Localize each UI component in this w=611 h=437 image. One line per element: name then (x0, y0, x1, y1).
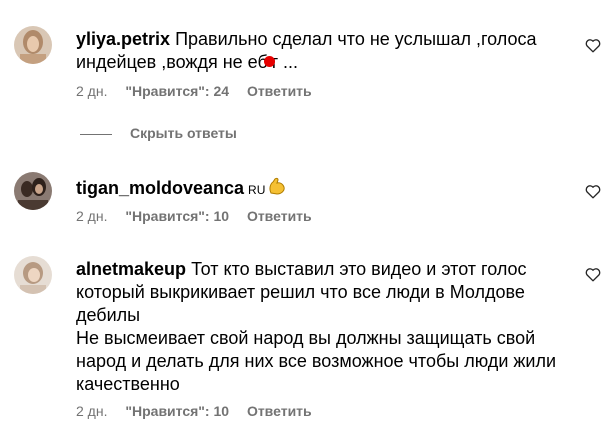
comment-text: дебилы (76, 305, 141, 325)
comment-text: качественно (76, 374, 180, 394)
avatar[interactable] (14, 172, 52, 210)
likes-count[interactable]: "Нравится": 10 (125, 208, 229, 224)
country-tag: RU (248, 183, 266, 197)
avatar[interactable] (14, 26, 52, 64)
heart-icon[interactable] (585, 267, 601, 282)
divider (80, 133, 112, 135)
comment-text: Правильно сделал что не услышал ,голоса (175, 29, 537, 49)
redaction-mark (263, 56, 275, 67)
username[interactable]: tigan_moldoveanca (76, 178, 244, 198)
reply-button[interactable]: Ответить (247, 208, 312, 224)
comment-body: yliya.petrix Правильно сделал что не усл… (76, 28, 576, 74)
comment-age: 2 дн. (76, 208, 108, 224)
comment-text: индейцев ,вождя не еб (76, 52, 268, 72)
flexed-biceps-icon (269, 177, 286, 195)
comment-meta: 2 дн. "Нравится": 10 Ответить (76, 208, 326, 224)
comment-body: tigan_moldoveanca RU (76, 176, 576, 202)
comment-body: alnetmakeup Тот кто выставил это видео и… (76, 258, 576, 396)
heart-icon[interactable] (585, 38, 601, 53)
likes-count[interactable]: "Нравится": 10 (125, 403, 229, 419)
comment-text: народ и делать для них все возможное что… (76, 351, 557, 371)
heart-icon[interactable] (585, 184, 601, 199)
hide-replies-button[interactable]: Скрыть ответы (80, 125, 237, 141)
likes-count[interactable]: "Нравится": 24 (125, 83, 229, 99)
avatar[interactable] (14, 256, 52, 294)
comment-age: 2 дн. (76, 83, 108, 99)
username[interactable]: alnetmakeup (76, 259, 186, 279)
comment-text: Тот кто выставил это видео и этот голос (191, 259, 527, 279)
comment-meta: 2 дн. "Нравится": 24 Ответить (76, 83, 326, 99)
hide-replies-label: Скрыть ответы (130, 125, 237, 141)
comment-meta: 2 дн. "Нравится": 10 Ответить (76, 403, 326, 419)
comment-text: который выкрикивает решил что все люди в… (76, 282, 525, 302)
comment-text: Не высмеивает свой народ вы должны защищ… (76, 328, 536, 348)
username[interactable]: yliya.petrix (76, 29, 170, 49)
reply-button[interactable]: Ответить (247, 83, 312, 99)
reply-button[interactable]: Ответить (247, 403, 312, 419)
comment-age: 2 дн. (76, 403, 108, 419)
